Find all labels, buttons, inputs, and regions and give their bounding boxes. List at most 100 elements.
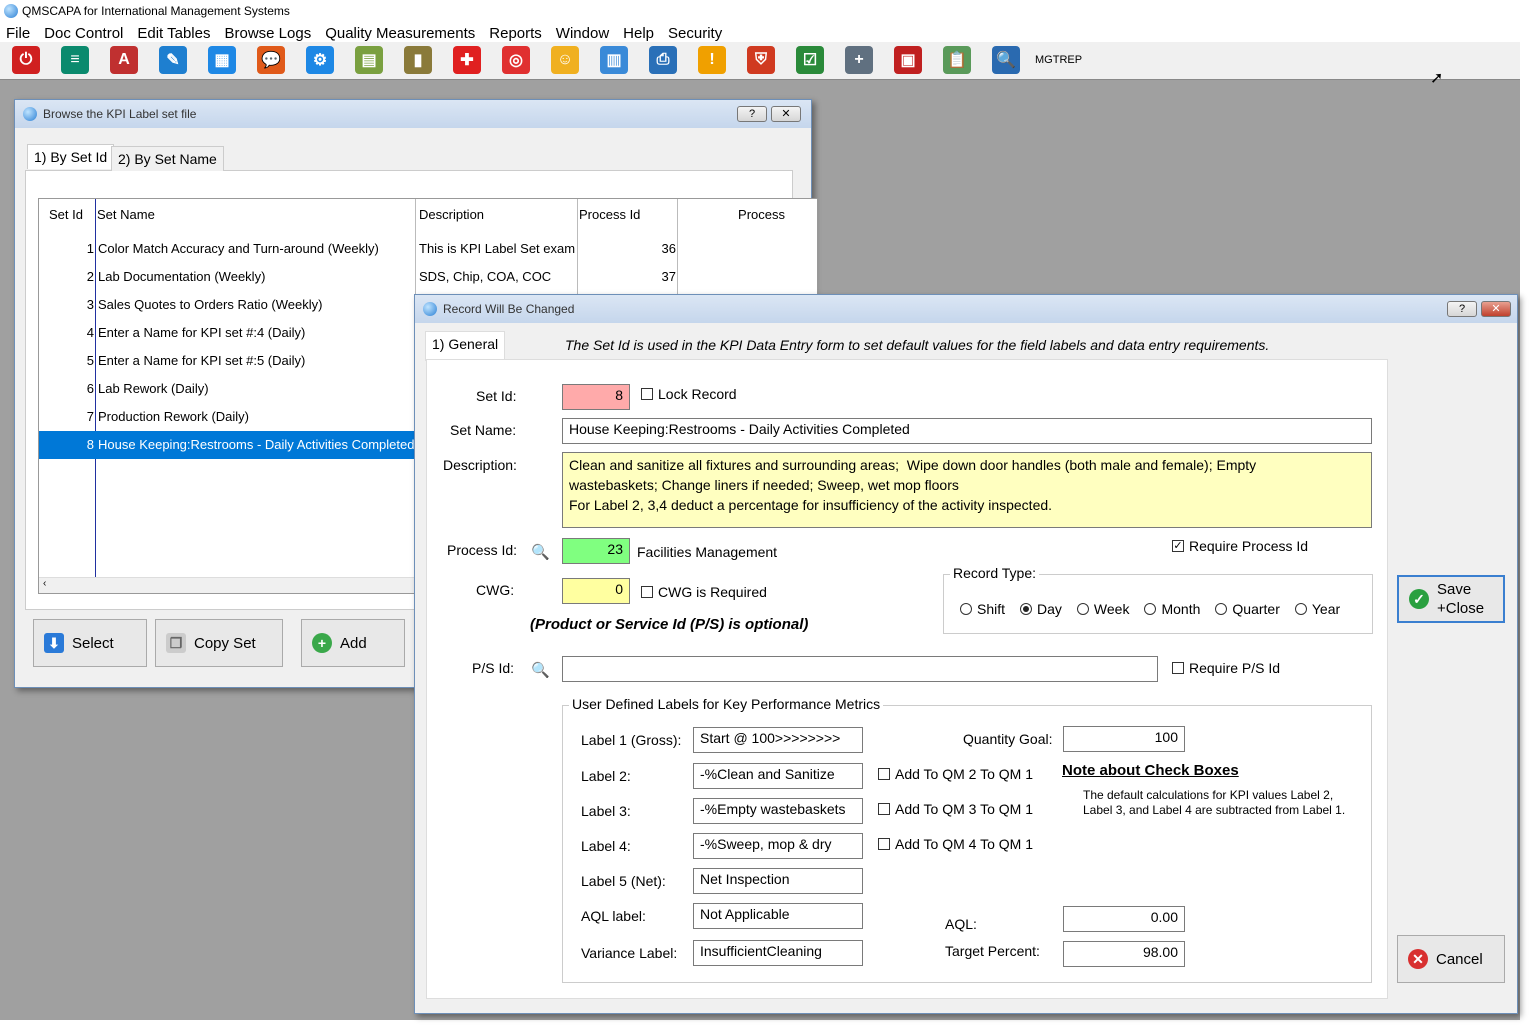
copy-set-button[interactable]: ❐ Copy Set — [155, 619, 283, 667]
record-type-week[interactable]: Week — [1076, 601, 1129, 617]
browse-title: Browse the KPI Label set file — [43, 107, 197, 121]
table-row[interactable]: 5 Enter a Name for KPI set #:5 (Daily) — [39, 347, 417, 375]
record-type-shift[interactable]: Shift — [960, 601, 1005, 617]
metric-value-field[interactable]: -%Empty wastebaskets — [693, 798, 863, 824]
save-close-button[interactable]: ✓ Save +Close — [1397, 575, 1505, 623]
record-type-label: Record Type: — [950, 565, 1040, 581]
process-lookup-icon[interactable]: 🔍 — [531, 543, 550, 561]
help-button[interactable]: ? — [1447, 301, 1477, 317]
table-row[interactable]: 1 Color Match Accuracy and Turn-around (W… — [39, 235, 417, 263]
table-row[interactable]: 8 House Keeping:Restrooms - Daily Activit… — [39, 431, 417, 459]
set-name-cell: Production Rework (Daily) — [98, 409, 249, 424]
record-type-year[interactable]: Year — [1294, 601, 1340, 617]
cwg-field[interactable]: 0 — [562, 578, 630, 604]
gear-icon[interactable]: ⚙ — [306, 46, 334, 74]
add-to-qm-checkbox[interactable]: Add To QM 2 To QM 1 — [878, 766, 1033, 782]
menu-item[interactable]: Security — [668, 25, 722, 42]
pdf-icon[interactable]: A — [110, 46, 138, 74]
column-header[interactable]: Process — [679, 207, 785, 222]
power-icon[interactable]: ⏻ — [12, 46, 40, 74]
shield-icon[interactable]: ⛨ — [747, 46, 775, 74]
calendar-icon[interactable]: ▤ — [355, 46, 383, 74]
select-icon: ⬇ — [44, 633, 64, 653]
column-header[interactable]: Description — [419, 207, 484, 222]
record-type-month[interactable]: Month — [1144, 601, 1200, 617]
menu-item[interactable]: File — [6, 25, 30, 42]
menu-item[interactable]: Help — [623, 25, 654, 42]
table-row[interactable]: 2 Lab Documentation (Weekly) — [39, 263, 417, 291]
description-field[interactable]: Clean and sanitize all fixtures and surr… — [562, 452, 1372, 528]
document-list-icon[interactable]: ≡ — [61, 46, 89, 74]
checklist-icon[interactable]: ☑ — [796, 46, 824, 74]
menu-item[interactable]: Window — [556, 25, 609, 42]
warning-icon[interactable]: ! — [698, 46, 726, 74]
metric-value-field[interactable]: Not Applicable — [693, 903, 863, 929]
add-to-qm-checkbox[interactable]: Add To QM 3 To QM 1 — [878, 801, 1033, 817]
quantity-goal-field[interactable]: 100 — [1063, 726, 1185, 752]
menu-item[interactable]: Browse Logs — [224, 25, 311, 42]
require-process-checkbox[interactable]: ✓ Require Process Id — [1172, 538, 1308, 554]
notebook-pencil-icon[interactable]: ✎ — [159, 46, 187, 74]
address-book-icon[interactable]: ▮ — [404, 46, 432, 74]
metric-value-field[interactable]: Start @ 100>>>>>>>> — [693, 727, 863, 753]
metric-value-field[interactable]: -%Sweep, mop & dry — [693, 833, 863, 859]
id-card-icon[interactable]: ▣ — [894, 46, 922, 74]
checkbox-icon — [878, 838, 890, 850]
mouse-cursor-icon: ➚ — [1430, 70, 1444, 87]
table-row[interactable]: 3 Sales Quotes to Orders Ratio (Weekly) — [39, 291, 417, 319]
red-cross-icon[interactable]: ✚ — [453, 46, 481, 74]
require-ps-checkbox[interactable]: Require P/S Id — [1172, 660, 1280, 676]
aql-field[interactable]: 0.00 — [1063, 906, 1185, 932]
table-row[interactable]: 6 Lab Rework (Daily) — [39, 375, 417, 403]
bar-chart-icon[interactable]: ▥ — [600, 46, 628, 74]
globe-search-icon[interactable]: 🔍 — [992, 46, 1020, 74]
user-labels-title: User Defined Labels for Key Performance … — [569, 696, 884, 712]
contacts-icon[interactable]: ☺ — [551, 46, 579, 74]
lifebuoy-icon[interactable]: ◎ — [502, 46, 530, 74]
checkbox-icon: ✓ — [1172, 540, 1184, 552]
tab-general[interactable]: 1) General — [425, 331, 506, 361]
clipboard-chart-icon[interactable]: 📋 — [943, 46, 971, 74]
table-row[interactable]: 4 Enter a Name for KPI set #:4 (Daily) — [39, 319, 417, 347]
column-header[interactable]: Set Id — [49, 207, 83, 222]
target-percent-field[interactable]: 98.00 — [1063, 941, 1185, 967]
column-header[interactable]: Set Name — [97, 207, 155, 222]
ps-lookup-icon[interactable]: 🔍 — [531, 661, 550, 679]
metric-value-field[interactable]: Net Inspection — [693, 868, 863, 894]
select-button[interactable]: ⬇ Select — [33, 619, 147, 667]
set-id-cell: 1 — [86, 241, 94, 256]
ps-id-label: P/S Id: — [472, 660, 515, 676]
org-chart-icon[interactable]: ▦ — [208, 46, 236, 74]
process-id-field[interactable]: 23 — [562, 538, 630, 564]
lock-record-checkbox[interactable]: Lock Record — [641, 386, 737, 402]
menu-item[interactable]: Quality Measurements — [325, 25, 475, 42]
record-type-quarter[interactable]: Quarter — [1215, 601, 1280, 617]
metric-label: Label 4: — [581, 838, 631, 854]
printer-icon[interactable]: ⎙ — [649, 46, 677, 74]
help-button[interactable]: ? — [737, 106, 767, 122]
record-type-day[interactable]: Day — [1020, 601, 1062, 617]
menu-item[interactable]: Doc Control — [44, 25, 123, 42]
add-button[interactable]: + Add — [301, 619, 405, 667]
radio-icon — [960, 603, 972, 615]
add-to-qm-checkbox[interactable]: Add To QM 4 To QM 1 — [878, 836, 1033, 852]
copy-label: Copy Set — [194, 634, 256, 652]
tab-by-set-name[interactable]: 2) By Set Name — [111, 146, 224, 171]
cancel-button[interactable]: ✕ Cancel — [1397, 935, 1505, 983]
database-add-icon[interactable]: + — [845, 46, 873, 74]
column-header[interactable]: Process Id — [579, 207, 640, 222]
close-button[interactable]: ✕ — [771, 106, 801, 122]
metric-value-field[interactable]: -%Clean and Sanitize — [693, 763, 863, 789]
menu-item[interactable]: Reports — [489, 25, 542, 42]
menu-item[interactable]: Edit Tables — [137, 25, 210, 42]
close-button[interactable]: ✕ — [1481, 301, 1511, 317]
horizontal-scrollbar[interactable]: ‹ — [39, 577, 417, 593]
metric-value-field[interactable]: InsufficientCleaning — [693, 940, 863, 966]
set-name-field[interactable]: House Keeping:Restrooms - Daily Activiti… — [562, 418, 1372, 444]
chat-icon[interactable]: 💬 — [257, 46, 285, 74]
table-row[interactable]: 7 Production Rework (Daily) — [39, 403, 417, 431]
tab-by-set-id[interactable]: 1) By Set Id — [27, 144, 115, 169]
cwg-required-checkbox[interactable]: CWG is Required — [641, 584, 767, 600]
set-id-field[interactable]: 8 — [562, 384, 630, 410]
ps-id-field[interactable] — [562, 656, 1158, 682]
